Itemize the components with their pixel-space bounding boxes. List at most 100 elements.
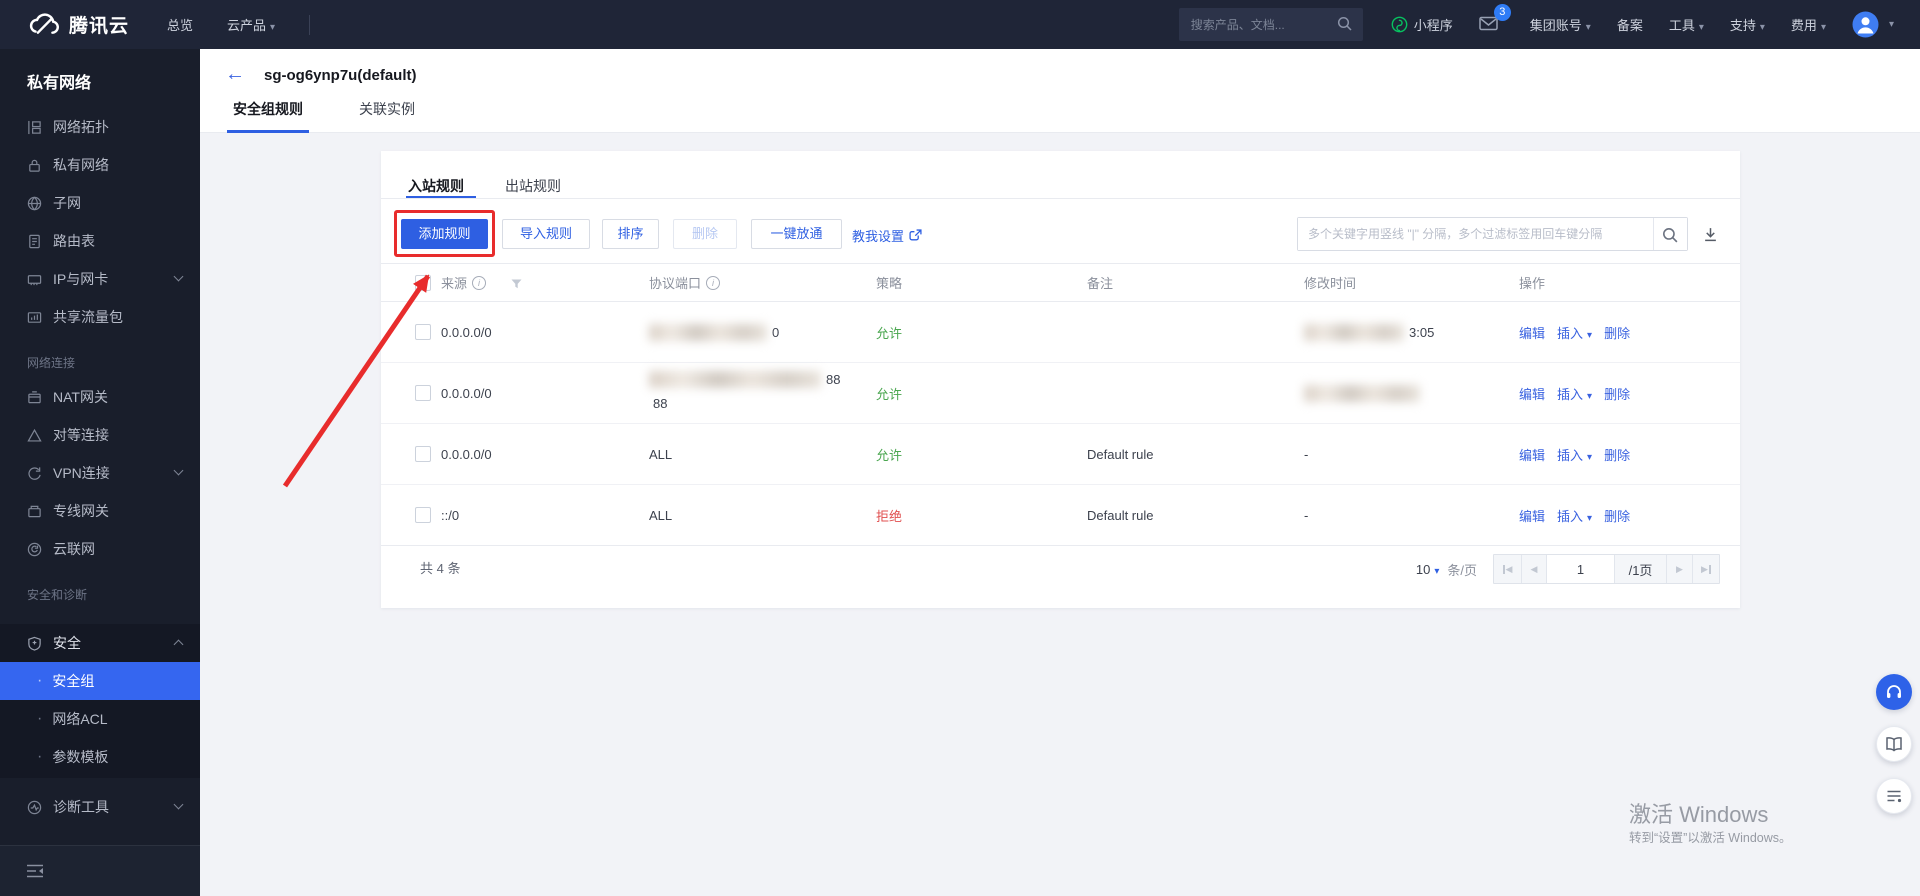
delete-link[interactable]: 删除 bbox=[1604, 506, 1630, 525]
edit-link[interactable]: 编辑 bbox=[1519, 506, 1545, 525]
edit-link[interactable]: 编辑 bbox=[1519, 445, 1545, 464]
caret-down-icon: ▾ bbox=[1587, 512, 1593, 524]
cell-policy: 允许 bbox=[876, 447, 903, 463]
page-size-select[interactable]: 10 ▾ bbox=[1416, 562, 1440, 577]
topnav-billing[interactable]: 费用 ▾ bbox=[1791, 15, 1826, 34]
search-icon[interactable] bbox=[1662, 227, 1679, 244]
customer-service-button[interactable] bbox=[1876, 674, 1912, 710]
traffic-pack-icon bbox=[27, 311, 42, 323]
add-rule-button[interactable]: 添加规则 bbox=[401, 219, 488, 249]
row-checkbox[interactable] bbox=[415, 446, 431, 462]
sidebar-item-ccn[interactable]: 云联网 bbox=[0, 530, 200, 568]
sidebar-item-direct-connect[interactable]: 专线网关 bbox=[0, 492, 200, 530]
topnav-beian[interactable]: 备案 bbox=[1617, 15, 1643, 34]
prev-page-button[interactable]: ◀ bbox=[1521, 555, 1546, 583]
sidebar-item-subnet[interactable]: 子网 bbox=[0, 184, 200, 222]
select-all-checkbox[interactable] bbox=[415, 274, 431, 291]
sidebar-footer bbox=[0, 845, 200, 896]
col-note: 备注 bbox=[1087, 276, 1114, 291]
delete-link[interactable]: 删除 bbox=[1604, 323, 1630, 342]
insert-link[interactable]: 插入 ▾ bbox=[1557, 506, 1592, 525]
sidebar-item-network-acl[interactable]: · 网络ACL bbox=[0, 700, 200, 738]
current-page-input[interactable]: 1 bbox=[1546, 555, 1614, 583]
topnav-tools[interactable]: 工具 ▾ bbox=[1669, 15, 1704, 34]
sidebar-item-security[interactable]: 安全 bbox=[0, 624, 200, 662]
last-page-button[interactable]: ▶ bbox=[1692, 555, 1719, 583]
row-checkbox[interactable] bbox=[415, 324, 431, 340]
topology-icon bbox=[28, 120, 41, 134]
import-rule-button[interactable]: 导入规则 bbox=[502, 219, 590, 249]
sidebar-item-nat-gateway[interactable]: NAT网关 bbox=[0, 378, 200, 416]
row-checkbox[interactable] bbox=[415, 385, 431, 401]
pagination: 10 ▾ 条/页 ◀ ◀ 1 /1页 ▶ ▶ bbox=[1416, 554, 1720, 584]
sidebar-item-route-table[interactable]: 路由表 bbox=[0, 222, 200, 260]
rules-card: 入站规则 出站规则 添加规则 导入规则 排序 删除 一键放通 教我设置 多个关键… bbox=[381, 151, 1740, 608]
sort-button[interactable]: 排序 bbox=[602, 219, 659, 249]
teach-me-link[interactable]: 教我设置 bbox=[852, 226, 922, 245]
tab-associated-instances[interactable]: 关联实例 bbox=[353, 99, 421, 133]
caret-down-icon: ▾ bbox=[1585, 22, 1591, 33]
network-card-icon bbox=[27, 274, 42, 285]
redacted-blur bbox=[1304, 384, 1420, 402]
sidebar-item-parameter-template[interactable]: · 参数模板 bbox=[0, 738, 200, 776]
filter-funnel-icon[interactable] bbox=[511, 279, 522, 289]
collapse-sidebar-icon[interactable] bbox=[26, 864, 44, 878]
sidebar-item-security-group[interactable]: · 安全组 bbox=[0, 662, 200, 700]
bullet-dot: · bbox=[37, 748, 43, 765]
first-page-button[interactable]: ◀ bbox=[1494, 555, 1521, 583]
insert-link[interactable]: 插入 ▾ bbox=[1557, 384, 1592, 403]
topnav-products[interactable]: 云产品 ▾ bbox=[227, 15, 275, 34]
sidebar-item-vpn[interactable]: VPN连接 bbox=[0, 454, 200, 492]
delete-link[interactable]: 删除 bbox=[1604, 384, 1630, 403]
sidebar-item-shared-traffic-pack[interactable]: 共享流量包 bbox=[0, 298, 200, 336]
info-icon[interactable]: i bbox=[472, 275, 487, 290]
external-link-icon bbox=[909, 229, 922, 241]
cloud-network-icon bbox=[27, 542, 42, 556]
cell-port-line1: 88 bbox=[649, 368, 840, 390]
sidebar-item-diagnostic-tools[interactable]: 诊断工具 bbox=[0, 788, 200, 826]
user-menu[interactable]: ▾ bbox=[1852, 11, 1894, 38]
next-page-button[interactable]: ▶ bbox=[1666, 555, 1692, 583]
caret-down-icon: ▾ bbox=[1587, 390, 1593, 402]
open-all-button[interactable]: 一键放通 bbox=[751, 219, 842, 249]
sidebar-item-ip-nic[interactable]: IP与网卡 bbox=[0, 260, 200, 298]
caret-down-icon: ▾ bbox=[270, 22, 276, 33]
info-icon[interactable]: i bbox=[706, 275, 721, 290]
docs-button[interactable] bbox=[1876, 726, 1912, 762]
cell-source: 0.0.0.0/0 bbox=[441, 324, 492, 340]
topnav-support[interactable]: 支持 ▾ bbox=[1730, 15, 1765, 34]
tab-security-group-rules[interactable]: 安全组规则 bbox=[227, 99, 309, 133]
delete-button[interactable]: 删除 bbox=[673, 219, 737, 249]
bullet-dot: · bbox=[37, 672, 43, 689]
rule-filter-input[interactable] bbox=[1298, 218, 1687, 250]
col-time: 修改时间 bbox=[1304, 276, 1357, 291]
tab-outbound-rules[interactable]: 出站规则 bbox=[505, 176, 561, 196]
sidebar-section-network-connection: 网络连接 bbox=[27, 356, 76, 370]
sidebar-item-vpc[interactable]: 私有网络 bbox=[0, 146, 200, 184]
topbar-search-input[interactable] bbox=[1178, 8, 1363, 41]
delete-link[interactable]: 删除 bbox=[1604, 445, 1630, 464]
insert-link[interactable]: 插入 ▾ bbox=[1557, 445, 1592, 464]
cell-port-line2: 88 bbox=[653, 395, 668, 411]
insert-link[interactable]: 插入 ▾ bbox=[1557, 323, 1592, 342]
topnav-account[interactable]: 集团账号 ▾ bbox=[1530, 15, 1591, 34]
back-arrow-icon[interactable]: ← bbox=[225, 63, 245, 86]
topnav-overview[interactable]: 总览 bbox=[167, 15, 193, 34]
brand[interactable]: 腾讯云 bbox=[28, 11, 129, 38]
mini-program[interactable]: 小程序 bbox=[1391, 15, 1453, 34]
tab-inbound-rules[interactable]: 入站规则 bbox=[408, 176, 464, 196]
edit-link[interactable]: 编辑 bbox=[1519, 323, 1545, 342]
sidebar-item-peering[interactable]: 对等连接 bbox=[0, 416, 200, 454]
topbar-search[interactable] bbox=[1178, 8, 1363, 41]
book-icon bbox=[1886, 737, 1902, 752]
table-row: 0.0.0.0/0 0 允许 3:05 编辑 插入 ▾ 删除 bbox=[381, 302, 1740, 363]
sidebar: 私有网络 网络拓扑 私有网络 子网 路由表 IP与网卡 共享流量包 网络连接 N… bbox=[0, 49, 200, 896]
cell-source: 0.0.0.0/0 bbox=[441, 385, 492, 401]
redacted-blur bbox=[649, 323, 767, 341]
sidebar-item-network-topology[interactable]: 网络拓扑 bbox=[0, 108, 200, 146]
edit-link[interactable]: 编辑 bbox=[1519, 384, 1545, 403]
row-checkbox[interactable] bbox=[415, 507, 431, 523]
download-icon[interactable] bbox=[1703, 227, 1718, 242]
messages-button[interactable]: 3 bbox=[1479, 3, 1511, 34]
feedback-button[interactable] bbox=[1876, 778, 1912, 814]
